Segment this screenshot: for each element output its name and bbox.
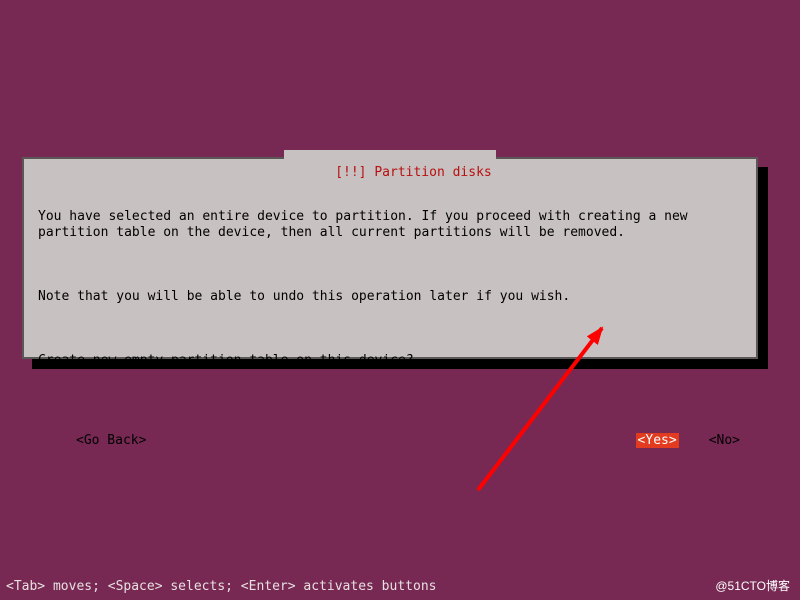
go-back-button[interactable]: <Go Back> [74,433,148,448]
yes-button[interactable]: <Yes> [636,433,679,448]
dialog-button-row: <Go Back> <Yes> <No> [24,433,756,456]
title-text: Partition disks [374,165,491,180]
title-prefix: [!!] [335,165,374,180]
no-button[interactable]: <No> [707,433,742,448]
partition-dialog: [!!] Partition disks You have selected a… [22,157,758,359]
dialog-paragraph-1: You have selected an entire device to pa… [38,209,742,241]
watermark: @51CTO博客 [715,577,790,594]
spacer [148,433,635,448]
spacer [38,433,74,448]
dialog-body: You have selected an entire device to pa… [24,159,756,433]
dialog-paragraph-2: Note that you will be able to undo this … [38,289,742,305]
dialog-title-bar: [!!] Partition disks [24,150,756,195]
dialog-question: Create new empty partition table on this… [38,353,742,369]
footer-hint: <Tab> moves; <Space> selects; <Enter> ac… [6,579,436,594]
dialog-title: [!!] Partition disks [284,150,496,195]
